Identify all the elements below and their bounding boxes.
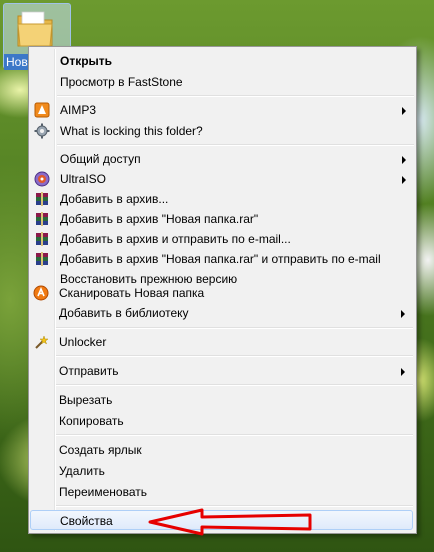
menu-item-label: Вырезать	[59, 393, 113, 407]
menu-item-label: Открыть	[60, 54, 113, 68]
gear-icon	[34, 123, 50, 139]
menu-item-label: Добавить в библиотеку	[59, 306, 189, 320]
winrar-books-icon	[36, 232, 48, 246]
menu-item-copy[interactable]: Копировать	[30, 411, 413, 431]
submenu-arrow-icon	[402, 156, 406, 164]
menu-item-label: Создать ярлык	[59, 443, 142, 457]
aimp-icon	[34, 102, 50, 118]
submenu-arrow-icon	[402, 176, 406, 184]
menu-separator	[57, 95, 414, 97]
menu-item-label: Добавить в архив "Новая папка.rar" и отп…	[60, 252, 381, 266]
menu-item-label: Переименовать	[59, 485, 147, 499]
winrar-books-icon	[36, 252, 48, 266]
menu-item-label: Добавить в архив...	[60, 192, 169, 206]
menu-item-label: UltraISO	[60, 172, 107, 186]
menu-item-label: Отправить	[59, 364, 119, 378]
menu-item-cut[interactable]: Вырезать	[30, 390, 413, 410]
menu-item-delete[interactable]: Удалить	[30, 461, 413, 481]
menu-item-label: Просмотр в FastStone	[60, 75, 183, 89]
folder-icon	[17, 11, 53, 47]
menu-item-label: Добавить в архив "Новая папка.rar"	[60, 212, 259, 226]
menu-item-send-to[interactable]: Отправить	[30, 361, 413, 381]
menu-item-view-faststone[interactable]: Просмотр в FastStone	[31, 72, 414, 92]
menu-item-label: Сканировать Новая папка	[59, 286, 205, 300]
menu-item-ultraiso[interactable]: UltraISO	[31, 169, 414, 189]
menu-item-label: Unlocker	[59, 335, 107, 349]
submenu-arrow-icon	[401, 310, 405, 318]
menu-item-label: AIMP3	[60, 103, 97, 117]
menu-item-add-library[interactable]: Добавить в библиотеку	[30, 303, 413, 323]
submenu-arrow-icon	[401, 368, 405, 376]
menu-item-aimp3[interactable]: AIMP3	[31, 100, 414, 120]
menu-item-unlocker[interactable]: Unlocker	[30, 332, 413, 352]
menu-item-rename[interactable]: Переименовать	[30, 482, 413, 502]
menu-item-add-archive-email[interactable]: Добавить в архив и отправить по e-mail..…	[31, 229, 414, 249]
menu-item-label: Добавить в архив и отправить по e-mail..…	[60, 232, 291, 246]
menu-item-sharing[interactable]: Общий доступ	[31, 149, 414, 169]
menu-separator	[57, 144, 414, 146]
menu-item-label: Общий доступ	[60, 152, 141, 166]
winrar-books-icon	[36, 192, 48, 206]
wand-icon	[35, 335, 49, 349]
menu-item-what-is-locking[interactable]: What is locking this folder?	[31, 121, 414, 141]
avast-icon	[33, 285, 49, 301]
annotation-arrow	[148, 508, 312, 536]
menu-item-add-archive-rar-email[interactable]: Добавить в архив "Новая папка.rar" и отп…	[31, 249, 414, 269]
menu-item-scan-new-folder[interactable]: Сканировать Новая папка	[30, 283, 413, 303]
menu-item-add-archive[interactable]: Добавить в архив...	[31, 189, 414, 209]
ultraiso-disc-icon	[34, 171, 50, 187]
menu-item-label: Удалить	[59, 464, 105, 478]
menu-item-open[interactable]: Открыть	[31, 51, 414, 71]
menu-item-add-archive-rar[interactable]: Добавить в архив "Новая папка.rar"	[31, 209, 414, 229]
submenu-arrow-icon	[402, 107, 406, 115]
menu-item-label: Свойства	[60, 514, 113, 528]
menu-item-label: What is locking this folder?	[60, 124, 203, 138]
menu-item-label: Копировать	[59, 414, 124, 428]
menu-item-create-shortcut[interactable]: Создать ярлык	[30, 440, 413, 460]
winrar-books-icon	[36, 212, 48, 226]
